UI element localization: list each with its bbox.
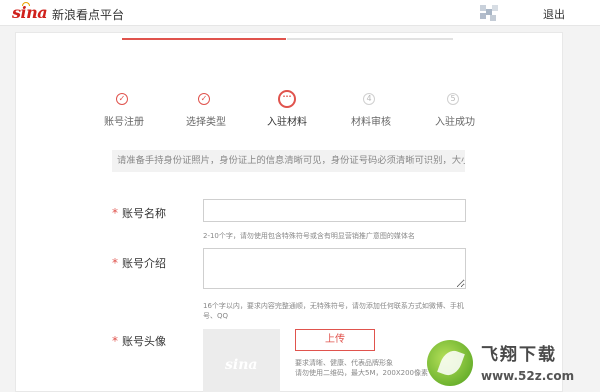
avatar-placeholder-logo: sina [225,357,258,373]
step-5-label: 入驻成功 [435,117,475,128]
required-mark: * [112,334,118,348]
account-intro-hint-line1: 16个字以内，要求内容完整通顺，无特殊符号，请勿添加任何联系方式如微博、手机 [203,302,464,310]
avatar-hint-line2: 请勿使用二维码，最大5M，200X200像素 [295,369,429,377]
step-3-current-icon: ··· [278,90,296,108]
user-avatar[interactable] [480,5,500,21]
account-intro-textarea[interactable] [203,248,466,289]
logout-link[interactable]: 退出 [543,6,565,22]
platform-name: 新浪看点平台 [52,8,125,22]
step-connector [122,38,204,40]
upload-avatar-button[interactable]: 上传 [295,329,375,351]
required-mark: * [112,256,118,270]
avatar-preview: sina [203,329,280,392]
step-connector [287,38,369,40]
step-2-check-icon: ✓ [198,93,210,105]
step-3-label: 入驻材料 [267,117,307,128]
step-5-number: 5 [447,93,459,105]
step-1-check-icon: ✓ [116,93,128,105]
account-name-hint: 2-10个字，请勿使用包含特殊符号或含有明显营销推广意图的媒体名 [203,232,415,240]
account-avatar-label-text: 账号头像 [122,335,166,348]
step-connector [204,38,286,40]
step-connector [369,38,453,40]
site-watermark: 飞翔下载 www.52z.com [415,330,600,392]
avatar-hint-line1: 要求清晰、健康、代表品牌形象 [295,359,393,367]
account-name-input[interactable] [203,199,466,222]
step-1-label: 账号注册 [104,117,144,128]
required-mark: * [112,206,118,220]
step-4-number: 4 [363,93,375,105]
account-intro-label: * 账号介绍 [112,255,166,271]
top-bar: sina 新浪看点平台 退出 [0,0,600,26]
watermark-url: www.52z.com [481,369,575,383]
step-4-label: 材料审核 [351,117,391,128]
sina-eye-icon [22,2,30,6]
account-intro-hint-line2: 号、QQ [203,312,229,320]
account-name-label: * 账号名称 [112,205,166,221]
account-avatar-label: * 账号头像 [112,333,166,349]
step-2-label: 选择类型 [186,117,226,128]
account-name-label-text: 账号名称 [122,207,166,220]
upload-notice: 请准备手持身份证照片，身份证上的信息清晰可见，身份证号码必须清晰可识别，大小不超… [112,150,465,172]
account-intro-label-text: 账号介绍 [122,257,166,270]
watermark-title: 飞翔下载 [481,345,557,365]
